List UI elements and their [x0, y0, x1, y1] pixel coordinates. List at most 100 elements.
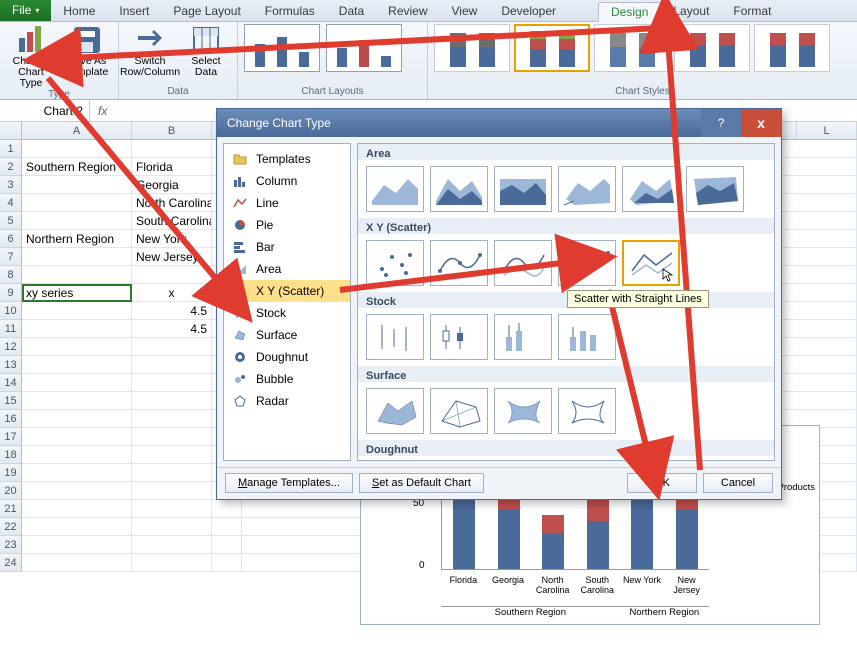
area-type-1[interactable]: [366, 166, 424, 212]
cell[interactable]: 4.5: [132, 320, 212, 338]
cell[interactable]: [132, 266, 212, 284]
tab-layout[interactable]: Layout: [661, 1, 721, 21]
cell[interactable]: [22, 518, 132, 536]
cell[interactable]: [22, 248, 132, 266]
row-header[interactable]: 4: [0, 194, 22, 212]
cell[interactable]: [132, 482, 212, 500]
surface-type-3[interactable]: [494, 388, 552, 434]
cell[interactable]: Northern Region: [22, 230, 132, 248]
row-header[interactable]: 22: [0, 518, 22, 536]
cell[interactable]: [132, 410, 212, 428]
cell[interactable]: [132, 428, 212, 446]
chart-layout-thumb-2[interactable]: [326, 24, 402, 72]
sidebar-item-surface[interactable]: Surface: [224, 324, 350, 346]
cell[interactable]: [132, 356, 212, 374]
dialog-titlebar[interactable]: Change Chart Type ? x: [217, 109, 781, 137]
cell[interactable]: [22, 176, 132, 194]
cell[interactable]: [132, 518, 212, 536]
dialog-help-button[interactable]: ?: [701, 109, 741, 137]
row-header[interactable]: 19: [0, 464, 22, 482]
cell[interactable]: Georgia: [132, 176, 212, 194]
chart-style-5[interactable]: [754, 24, 830, 72]
row-header[interactable]: 12: [0, 338, 22, 356]
chart-style-1[interactable]: [434, 24, 510, 72]
cell[interactable]: [22, 554, 132, 572]
row-header[interactable]: 3: [0, 176, 22, 194]
sidebar-item-radar[interactable]: Radar: [224, 390, 350, 412]
cell[interactable]: New York: [132, 230, 212, 248]
row-header[interactable]: 9: [0, 284, 22, 302]
stock-type-3[interactable]: [494, 314, 552, 360]
area-type-5[interactable]: [622, 166, 680, 212]
scatter-type-markers[interactable]: [366, 240, 424, 286]
cell[interactable]: [22, 464, 132, 482]
cell[interactable]: [22, 446, 132, 464]
scatter-type-smooth[interactable]: [494, 240, 552, 286]
row-header[interactable]: 7: [0, 248, 22, 266]
sidebar-item-bubble[interactable]: Bubble: [224, 368, 350, 390]
row-header[interactable]: 11: [0, 320, 22, 338]
tab-data[interactable]: Data: [327, 1, 376, 21]
area-type-6[interactable]: [686, 166, 744, 212]
chart-type-gallery[interactable]: Area X Y (Scatter) Stock: [357, 143, 775, 461]
sidebar-item-bar[interactable]: Bar: [224, 236, 350, 258]
area-type-2[interactable]: [430, 166, 488, 212]
cell[interactable]: [132, 500, 212, 518]
cell[interactable]: [212, 518, 242, 536]
cell[interactable]: [22, 374, 132, 392]
tab-developer[interactable]: Developer: [489, 1, 568, 21]
tab-format[interactable]: Format: [721, 1, 783, 21]
cell[interactable]: [132, 554, 212, 572]
cell[interactable]: [212, 536, 242, 554]
cell[interactable]: [22, 500, 132, 518]
tab-view[interactable]: View: [440, 1, 490, 21]
row-header[interactable]: 2: [0, 158, 22, 176]
cell[interactable]: [132, 338, 212, 356]
cell[interactable]: [22, 212, 132, 230]
tab-design[interactable]: Design: [598, 2, 661, 22]
cell[interactable]: [22, 266, 132, 284]
tab-formulas[interactable]: Formulas: [253, 1, 327, 21]
cell[interactable]: [22, 320, 132, 338]
cell[interactable]: [22, 536, 132, 554]
select-all-corner[interactable]: [0, 122, 22, 139]
cell[interactable]: New Jersey: [132, 248, 212, 266]
cell[interactable]: [132, 392, 212, 410]
row-header[interactable]: 23: [0, 536, 22, 554]
chart-style-3[interactable]: [594, 24, 670, 72]
sidebar-item-x-y-scatter-[interactable]: X Y (Scatter): [224, 280, 350, 302]
row-header[interactable]: 13: [0, 356, 22, 374]
surface-type-4[interactable]: [558, 388, 616, 434]
cell[interactable]: [212, 554, 242, 572]
row-header[interactable]: 14: [0, 374, 22, 392]
area-type-3[interactable]: [494, 166, 552, 212]
cell[interactable]: [132, 374, 212, 392]
area-type-4[interactable]: [558, 166, 616, 212]
row-header[interactable]: 20: [0, 482, 22, 500]
col-header-A[interactable]: A: [22, 122, 132, 139]
sidebar-item-line[interactable]: Line: [224, 192, 350, 214]
name-box[interactable]: Chart 2: [0, 100, 90, 121]
tab-page-layout[interactable]: Page Layout: [161, 1, 252, 21]
cell[interactable]: [22, 338, 132, 356]
scatter-type-smooth-markers[interactable]: [430, 240, 488, 286]
sidebar-item-area[interactable]: Area: [224, 258, 350, 280]
cell[interactable]: xy series: [22, 284, 132, 302]
surface-type-1[interactable]: [366, 388, 424, 434]
save-as-template-button[interactable]: Save As Template: [62, 24, 112, 78]
col-header-B[interactable]: B: [132, 122, 212, 139]
cell[interactable]: [132, 464, 212, 482]
ok-button[interactable]: OK: [627, 473, 697, 493]
file-tab[interactable]: File: [0, 0, 51, 21]
set-default-chart-button[interactable]: Set as Default Chart: [359, 473, 484, 493]
cell[interactable]: [132, 446, 212, 464]
row-header[interactable]: 24: [0, 554, 22, 572]
cell[interactable]: Florida: [132, 158, 212, 176]
cell[interactable]: [212, 500, 242, 518]
chart-layout-thumb-1[interactable]: [244, 24, 320, 72]
scatter-type-straight-markers[interactable]: [558, 240, 616, 286]
tab-review[interactable]: Review: [376, 1, 439, 21]
chart-style-2[interactable]: [514, 24, 590, 72]
stock-type-2[interactable]: [430, 314, 488, 360]
sidebar-item-pie[interactable]: Pie: [224, 214, 350, 236]
